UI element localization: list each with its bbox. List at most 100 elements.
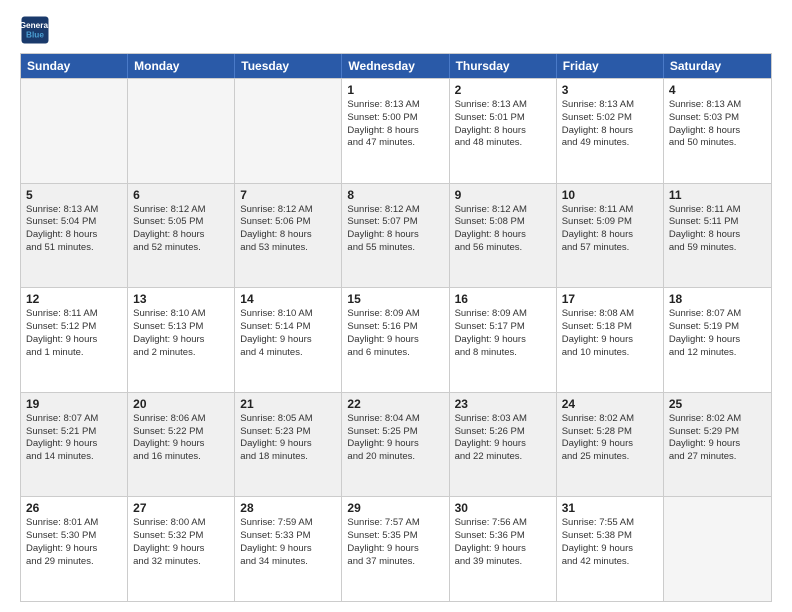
- cell-info: Sunrise: 7:55 AMSunset: 5:38 PMDaylight:…: [562, 517, 658, 568]
- day-number: 24: [562, 397, 658, 411]
- cal-cell: [21, 79, 128, 183]
- cal-cell: 11 Sunrise: 8:11 AMSunset: 5:11 PMDayligh…: [664, 184, 771, 288]
- cell-info: Sunrise: 8:07 AMSunset: 5:19 PMDaylight:…: [669, 308, 766, 359]
- cell-info: Sunrise: 8:09 AMSunset: 5:17 PMDaylight:…: [455, 308, 551, 359]
- calendar: SundayMondayTuesdayWednesdayThursdayFrid…: [20, 53, 772, 602]
- day-number: 26: [26, 501, 122, 515]
- day-number: 7: [240, 188, 336, 202]
- cal-cell: 22 Sunrise: 8:04 AMSunset: 5:25 PMDayligh…: [342, 393, 449, 497]
- day-number: 15: [347, 292, 443, 306]
- cal-cell: 14Sunrise: 8:10 AMSunset: 5:14 PMDayligh…: [235, 288, 342, 392]
- week-row-2: 5Sunrise: 8:13 AMSunset: 5:04 PMDaylight…: [21, 183, 771, 288]
- page: General Blue SundayMondayTuesdayWednesda…: [0, 0, 792, 612]
- cal-cell: 9 Sunrise: 8:12 AMSunset: 5:08 PMDaylight…: [450, 184, 557, 288]
- svg-text:General: General: [20, 21, 50, 30]
- cal-cell: 8Sunrise: 8:12 AMSunset: 5:07 PMDaylight…: [342, 184, 449, 288]
- cell-info: Sunrise: 8:09 AMSunset: 5:16 PMDaylight:…: [347, 308, 443, 359]
- cal-cell: 23Sunrise: 8:03 AMSunset: 5:26 PMDayligh…: [450, 393, 557, 497]
- cal-cell: 19Sunrise: 8:07 AMSunset: 5:21 PMDayligh…: [21, 393, 128, 497]
- cell-info: Sunrise: 8:12 AMSunset: 5:07 PMDaylight:…: [347, 204, 443, 255]
- day-number: 27: [133, 501, 229, 515]
- cell-info: Sunrise: 8:08 AMSunset: 5:18 PMDaylight:…: [562, 308, 658, 359]
- week-row-4: 19Sunrise: 8:07 AMSunset: 5:21 PMDayligh…: [21, 392, 771, 497]
- cell-info: Sunrise: 8:12 AMSunset: 5:05 PMDaylight:…: [133, 204, 229, 255]
- cal-cell: 30Sunrise: 7:56 AMSunset: 5:36 PMDayligh…: [450, 497, 557, 601]
- day-number: 11: [669, 188, 766, 202]
- cal-cell: 26 Sunrise: 8:01 AMSunset: 5:30 PMDayligh…: [21, 497, 128, 601]
- header-day-monday: Monday: [128, 54, 235, 78]
- cal-cell: 13Sunrise: 8:10 AMSunset: 5:13 PMDayligh…: [128, 288, 235, 392]
- day-number: 31: [562, 501, 658, 515]
- header-day-friday: Friday: [557, 54, 664, 78]
- cal-cell: 21 Sunrise: 8:05 AMSunset: 5:23 PMDayligh…: [235, 393, 342, 497]
- day-number: 14: [240, 292, 336, 306]
- day-number: 20: [133, 397, 229, 411]
- day-number: 3: [562, 83, 658, 97]
- cell-info: Sunrise: 8:05 AMSunset: 5:23 PMDaylight:…: [240, 413, 336, 464]
- day-number: 19: [26, 397, 122, 411]
- header-day-tuesday: Tuesday: [235, 54, 342, 78]
- day-number: 30: [455, 501, 551, 515]
- day-number: 9: [455, 188, 551, 202]
- logo: General Blue: [20, 15, 54, 45]
- day-number: 25: [669, 397, 766, 411]
- cal-cell: 29 Sunrise: 7:57 AMSunset: 5:35 PMDayligh…: [342, 497, 449, 601]
- cal-cell: 28 Sunrise: 7:59 AMSunset: 5:33 PMDayligh…: [235, 497, 342, 601]
- cell-info: Sunrise: 8:11 AMSunset: 5:11 PMDaylight:…: [669, 204, 766, 255]
- cal-cell: 17Sunrise: 8:08 AMSunset: 5:18 PMDayligh…: [557, 288, 664, 392]
- day-number: 4: [669, 83, 766, 97]
- cell-info: Sunrise: 8:01 AMSunset: 5:30 PMDaylight:…: [26, 517, 122, 568]
- day-number: 1: [347, 83, 443, 97]
- cell-info: Sunrise: 8:00 AMSunset: 5:32 PMDaylight:…: [133, 517, 229, 568]
- day-number: 28: [240, 501, 336, 515]
- cal-cell: 31 Sunrise: 7:55 AMSunset: 5:38 PMDayligh…: [557, 497, 664, 601]
- day-number: 21: [240, 397, 336, 411]
- cell-info: Sunrise: 8:11 AMSunset: 5:09 PMDaylight:…: [562, 204, 658, 255]
- cell-info: Sunrise: 7:59 AMSunset: 5:33 PMDaylight:…: [240, 517, 336, 568]
- cal-cell: 15 Sunrise: 8:09 AMSunset: 5:16 PMDayligh…: [342, 288, 449, 392]
- cell-info: Sunrise: 8:13 AMSunset: 5:03 PMDaylight:…: [669, 99, 766, 150]
- cell-info: Sunrise: 8:13 AMSunset: 5:02 PMDaylight:…: [562, 99, 658, 150]
- cal-cell: [235, 79, 342, 183]
- cal-cell: 1 Sunrise: 8:13 AMSunset: 5:00 PMDaylight…: [342, 79, 449, 183]
- header-day-sunday: Sunday: [21, 54, 128, 78]
- day-number: 12: [26, 292, 122, 306]
- cal-cell: 24Sunrise: 8:02 AMSunset: 5:28 PMDayligh…: [557, 393, 664, 497]
- cell-info: Sunrise: 8:13 AMSunset: 5:00 PMDaylight:…: [347, 99, 443, 150]
- cal-cell: 16Sunrise: 8:09 AMSunset: 5:17 PMDayligh…: [450, 288, 557, 392]
- week-row-1: 1 Sunrise: 8:13 AMSunset: 5:00 PMDaylight…: [21, 78, 771, 183]
- day-number: 23: [455, 397, 551, 411]
- day-number: 29: [347, 501, 443, 515]
- logo-icon: General Blue: [20, 15, 50, 45]
- day-number: 10: [562, 188, 658, 202]
- cal-cell: 2 Sunrise: 8:13 AMSunset: 5:01 PMDaylight…: [450, 79, 557, 183]
- cal-cell: 3 Sunrise: 8:13 AMSunset: 5:02 PMDaylight…: [557, 79, 664, 183]
- header-day-wednesday: Wednesday: [342, 54, 449, 78]
- header-day-thursday: Thursday: [450, 54, 557, 78]
- cal-cell: 18Sunrise: 8:07 AMSunset: 5:19 PMDayligh…: [664, 288, 771, 392]
- header-day-saturday: Saturday: [664, 54, 771, 78]
- cell-info: Sunrise: 7:57 AMSunset: 5:35 PMDaylight:…: [347, 517, 443, 568]
- week-row-3: 12Sunrise: 8:11 AMSunset: 5:12 PMDayligh…: [21, 287, 771, 392]
- calendar-header: SundayMondayTuesdayWednesdayThursdayFrid…: [21, 54, 771, 78]
- cal-cell: 7 Sunrise: 8:12 AMSunset: 5:06 PMDaylight…: [235, 184, 342, 288]
- cell-info: Sunrise: 8:10 AMSunset: 5:13 PMDaylight:…: [133, 308, 229, 359]
- cal-cell: [128, 79, 235, 183]
- cell-info: Sunrise: 8:04 AMSunset: 5:25 PMDaylight:…: [347, 413, 443, 464]
- cell-info: Sunrise: 8:13 AMSunset: 5:01 PMDaylight:…: [455, 99, 551, 150]
- cal-cell: 12Sunrise: 8:11 AMSunset: 5:12 PMDayligh…: [21, 288, 128, 392]
- cal-cell: 27 Sunrise: 8:00 AMSunset: 5:32 PMDayligh…: [128, 497, 235, 601]
- cell-info: Sunrise: 8:12 AMSunset: 5:08 PMDaylight:…: [455, 204, 551, 255]
- day-number: 5: [26, 188, 122, 202]
- cal-cell: 20Sunrise: 8:06 AMSunset: 5:22 PMDayligh…: [128, 393, 235, 497]
- calendar-body: 1 Sunrise: 8:13 AMSunset: 5:00 PMDaylight…: [21, 78, 771, 601]
- day-number: 22: [347, 397, 443, 411]
- cal-cell: 4 Sunrise: 8:13 AMSunset: 5:03 PMDaylight…: [664, 79, 771, 183]
- cell-info: Sunrise: 8:02 AMSunset: 5:29 PMDaylight:…: [669, 413, 766, 464]
- cal-cell: 6Sunrise: 8:12 AMSunset: 5:05 PMDaylight…: [128, 184, 235, 288]
- cal-cell: [664, 497, 771, 601]
- cell-info: Sunrise: 8:12 AMSunset: 5:06 PMDaylight:…: [240, 204, 336, 255]
- day-number: 2: [455, 83, 551, 97]
- week-row-5: 26 Sunrise: 8:01 AMSunset: 5:30 PMDayligh…: [21, 496, 771, 601]
- cal-cell: 25 Sunrise: 8:02 AMSunset: 5:29 PMDayligh…: [664, 393, 771, 497]
